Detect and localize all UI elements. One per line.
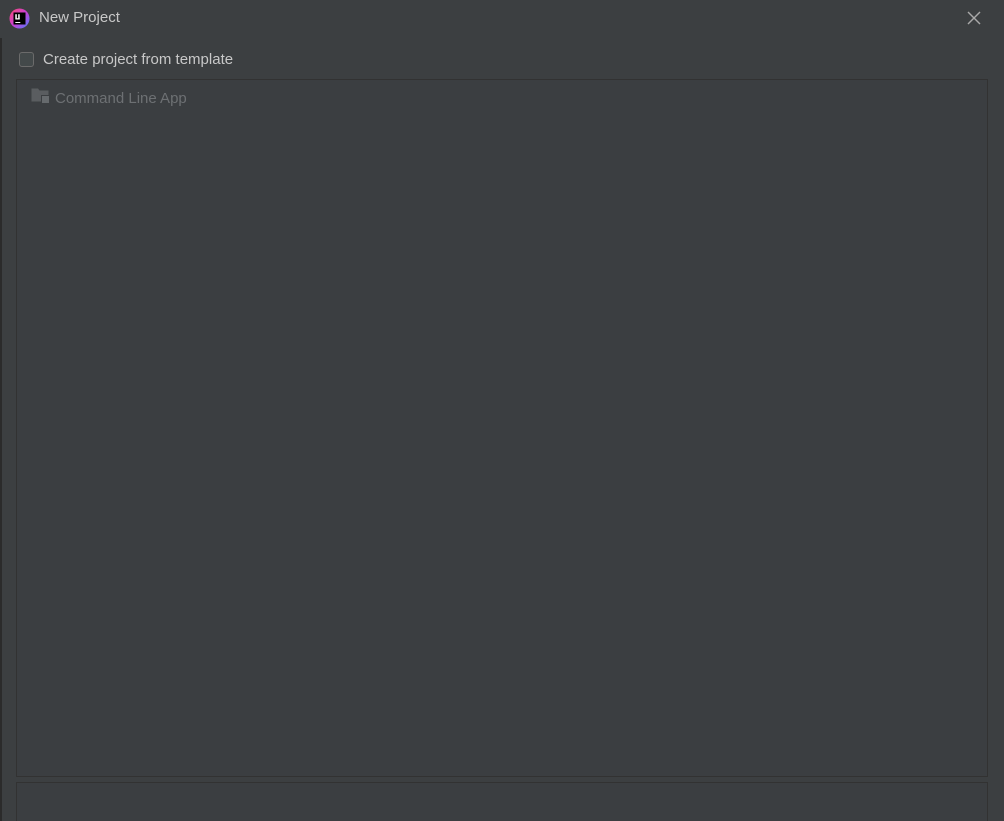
create-from-template-row[interactable]: Create project from template: [19, 49, 233, 69]
template-description-panel: [16, 782, 988, 821]
list-item-label: Command Line App: [55, 89, 187, 107]
folder-icon: [31, 87, 50, 109]
window-title: New Project: [39, 9, 120, 26]
create-from-template-label[interactable]: Create project from template: [43, 51, 233, 68]
new-project-dialog: New Project Create project from template…: [0, 0, 1004, 821]
intellij-idea-icon: [9, 8, 30, 29]
close-icon: [967, 11, 981, 25]
template-list[interactable]: Command Line App: [16, 79, 988, 777]
title-bar: New Project: [0, 0, 1004, 37]
create-from-template-checkbox[interactable]: [19, 51, 34, 67]
close-button[interactable]: [960, 5, 988, 31]
list-item-command-line-app[interactable]: Command Line App: [31, 87, 187, 109]
window-edge: [0, 38, 2, 821]
